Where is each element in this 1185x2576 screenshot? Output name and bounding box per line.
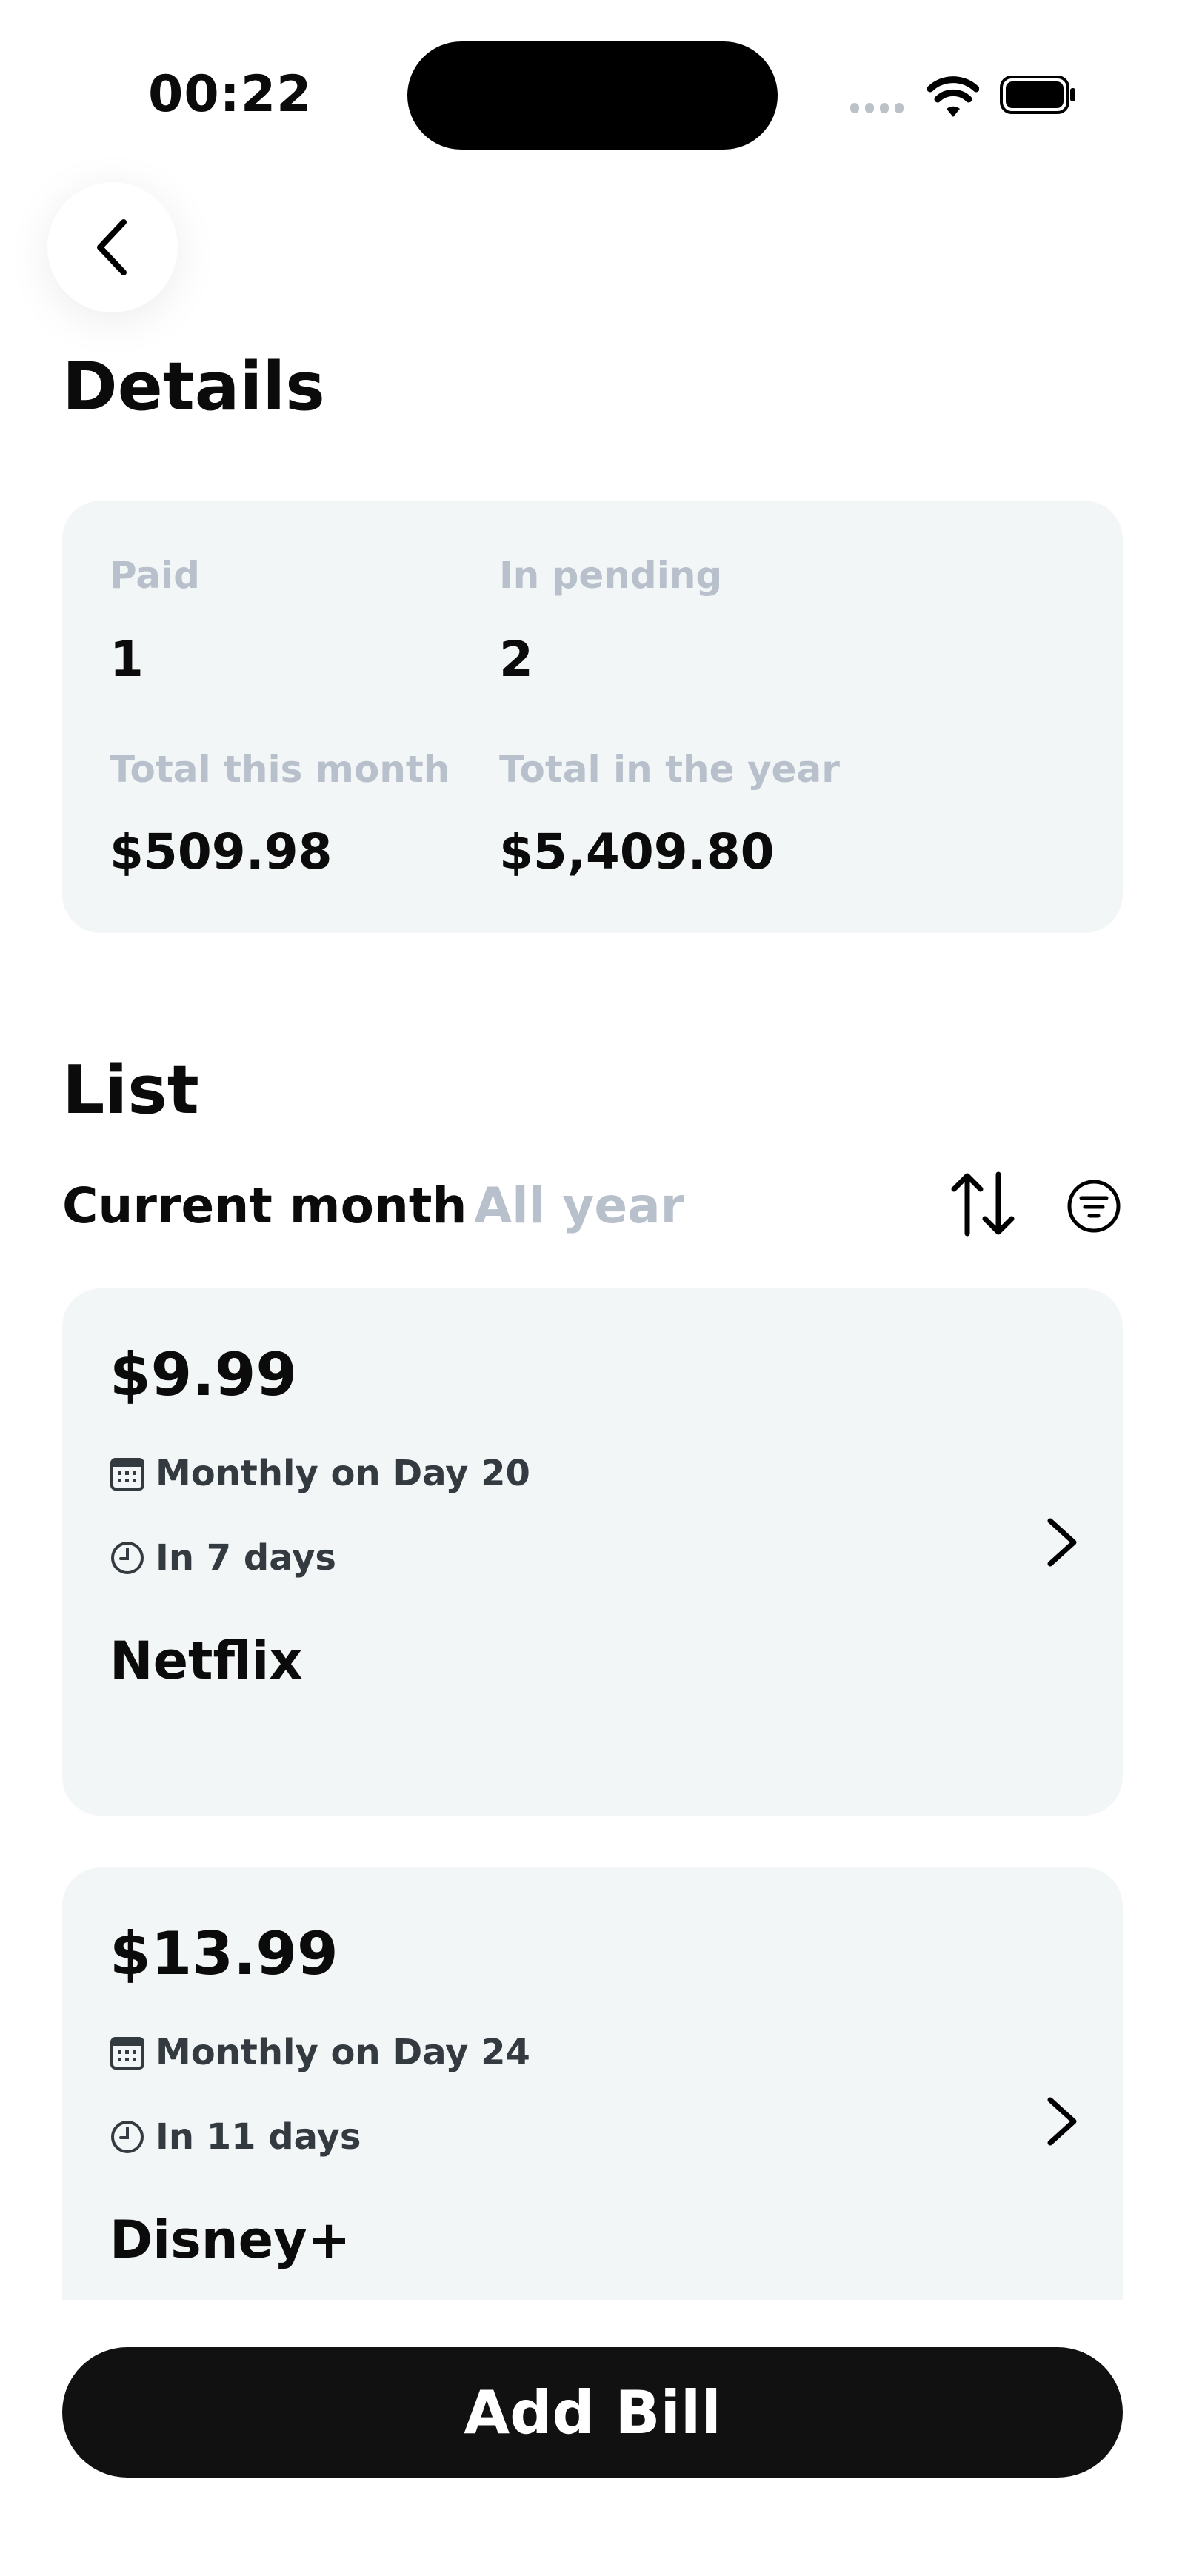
total-year-value: $5,409.80 [499,823,775,880]
chevron-right-icon [1047,2097,1077,2146]
total-month-value: $509.98 [110,823,333,880]
pending-label: In pending [499,554,723,597]
chevron-left-icon [97,219,127,275]
bill-due: In 11 days [110,2116,361,2158]
list-title: List [62,1051,199,1129]
tab-current-month[interactable]: Current month [62,1177,467,1234]
status-time: 00:22 [148,65,313,124]
total-month-label: Total this month [110,748,450,791]
add-bill-button[interactable]: Add Bill [62,2347,1123,2478]
back-button[interactable] [47,182,178,312]
bill-list: $9.99 Monthly on Day 20 In 7 days Netfli… [0,1281,1185,2300]
bill-due: In 7 days [110,1537,336,1579]
chevron-right-icon [1047,1518,1077,1567]
total-year-label: Total in the year [499,748,840,791]
battery-icon [1000,76,1075,114]
tab-all-year[interactable]: All year [474,1177,684,1234]
filter-icon[interactable] [1066,1179,1121,1234]
bill-schedule-text: Monthly on Day 24 [156,2032,530,2073]
pending-value: 2 [499,631,533,688]
bill-schedule-text: Monthly on Day 20 [156,1453,530,1494]
bill-amount: $9.99 [110,1340,298,1409]
paid-value: 1 [110,631,144,688]
calendar-icon [110,2037,144,2070]
wifi-icon [927,76,979,117]
sort-arrows-icon[interactable] [949,1170,1016,1238]
clock-icon [111,2121,144,2153]
bill-name: Netflix [110,1630,303,1691]
bill-due-text: In 11 days [156,2116,361,2158]
bill-schedule: Monthly on Day 24 [110,2032,530,2073]
cellular-signal-icon [850,102,909,116]
calendar-icon [110,1458,144,1491]
summary-card: Paid 1 In pending 2 Total this month $50… [62,501,1123,933]
clock-icon [111,1542,144,1574]
bill-due-text: In 7 days [156,1537,336,1579]
bill-name: Disney+ [110,2209,351,2270]
paid-label: Paid [110,554,200,597]
bill-card-disney-plus[interactable]: $13.99 Monthly on Day 24 In 11 days Disn… [62,1867,1123,2300]
bill-amount: $13.99 [110,1919,338,1988]
bill-schedule: Monthly on Day 20 [110,1453,530,1494]
page-title: Details [62,348,325,426]
bill-card-netflix[interactable]: $9.99 Monthly on Day 20 In 7 days Netfli… [62,1288,1123,1816]
dynamic-island [407,41,778,150]
